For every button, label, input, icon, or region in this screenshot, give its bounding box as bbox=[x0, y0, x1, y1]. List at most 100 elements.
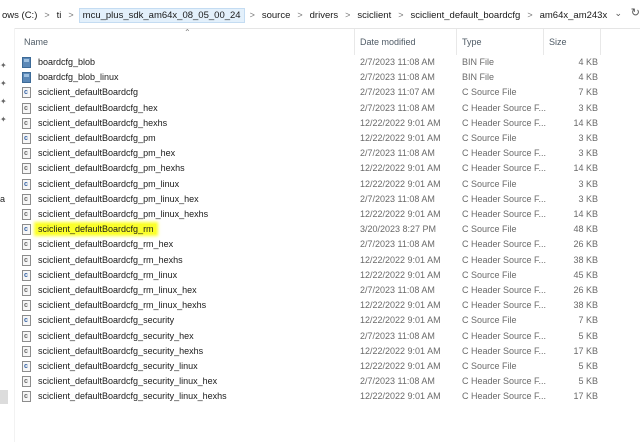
file-row[interactable]: sciclient_defaultBoardcfg_pm_hexhs 12/22/… bbox=[16, 161, 640, 176]
file-row[interactable]: sciclient_defaultBoardcfg_hexhs 12/22/202… bbox=[16, 116, 640, 131]
file-name[interactable]: sciclient_defaultBoardcfg_pm_hexhs bbox=[38, 163, 185, 173]
file-name[interactable]: boardcfg_blob_linux bbox=[38, 72, 119, 82]
breadcrumb-separator[interactable]: > bbox=[39, 10, 54, 20]
c-header-file-icon bbox=[22, 285, 31, 296]
file-date-modified: 2/7/2023 11:08 AM bbox=[360, 102, 435, 113]
refresh-icon[interactable]: ↻ bbox=[631, 6, 640, 19]
navigation-pane[interactable]: ✦ ✦ ✦ ✦ a bbox=[0, 28, 15, 442]
file-name[interactable]: sciclient_defaultBoardcfg_security_linux bbox=[38, 361, 198, 371]
file-name[interactable]: sciclient_defaultBoardcfg_security_linux… bbox=[38, 391, 227, 401]
file-row[interactable]: boardcfg_blob_linux 2/7/2023 11:08 AM BIN … bbox=[16, 70, 640, 85]
file-row[interactable]: sciclient_defaultBoardcfg_rm 3/20/2023 8:… bbox=[16, 222, 640, 237]
file-name[interactable]: sciclient_defaultBoardcfg_rm bbox=[36, 224, 156, 235]
file-size: 45 KB bbox=[573, 269, 598, 280]
file-row[interactable]: sciclient_defaultBoardcfg_security_linux… bbox=[16, 374, 640, 389]
breadcrumb-sciclient[interactable]: sciclient bbox=[355, 10, 393, 21]
file-name[interactable]: sciclient_defaultBoardcfg_hex bbox=[38, 103, 158, 113]
file-row[interactable]: boardcfg_blob 2/7/2023 11:08 AM BIN File 4 … bbox=[16, 55, 640, 70]
pin-icon[interactable]: ✦ bbox=[0, 116, 8, 124]
file-date-modified: 12/22/2022 9:01 AM bbox=[360, 163, 441, 174]
file-name[interactable]: sciclient_defaultBoardcfg bbox=[38, 87, 138, 97]
breadcrumb-separator[interactable]: > bbox=[393, 10, 408, 20]
pane-divider bbox=[14, 28, 15, 442]
pin-icon[interactable]: ✦ bbox=[0, 80, 8, 88]
file-row[interactable]: sciclient_defaultBoardcfg_rm_hexhs 12/22/… bbox=[16, 253, 640, 268]
column-header-size[interactable]: Size bbox=[549, 37, 567, 47]
column-divider[interactable] bbox=[543, 29, 544, 55]
breadcrumb-boardcfg[interactable]: sciclient_default_boardcfg bbox=[408, 10, 522, 21]
breadcrumb-drivers[interactable]: drivers bbox=[308, 10, 341, 21]
breadcrumb-sdk[interactable]: mcu_plus_sdk_am64x_08_05_00_24 bbox=[78, 7, 245, 23]
file-name[interactable]: sciclient_defaultBoardcfg_hexhs bbox=[38, 118, 167, 128]
file-row[interactable]: sciclient_defaultBoardcfg_security_hex 2/… bbox=[16, 329, 640, 344]
file-row[interactable]: sciclient_defaultBoardcfg_hex 2/7/2023 11… bbox=[16, 101, 640, 116]
file-row[interactable]: sciclient_defaultBoardcfg_pm 12/22/2022 9… bbox=[16, 131, 640, 146]
breadcrumb-ti[interactable]: ti bbox=[55, 10, 64, 21]
file-date-modified: 12/22/2022 9:01 AM bbox=[360, 300, 441, 311]
breadcrumb: ows (C:) > ti > mcu_plus_sdk_am64x_08_05… bbox=[0, 7, 609, 23]
file-name[interactable]: sciclient_defaultBoardcfg_rm_linux_hex bbox=[38, 285, 197, 295]
column-divider[interactable] bbox=[456, 29, 457, 55]
file-row[interactable]: sciclient_defaultBoardcfg_pm_linux_hexhs… bbox=[16, 207, 640, 222]
file-type: C Source File bbox=[462, 315, 517, 326]
file-row[interactable]: sciclient_defaultBoardcfg_rm_hex 2/7/2023… bbox=[16, 237, 640, 252]
file-row[interactable]: sciclient_defaultBoardcfg_rm_linux_hexhs… bbox=[16, 298, 640, 313]
file-size: 26 KB bbox=[573, 239, 598, 250]
file-name[interactable]: sciclient_defaultBoardcfg_rm_linux_hexhs bbox=[38, 300, 206, 310]
breadcrumb-drive[interactable]: ows (C:) bbox=[0, 10, 39, 21]
breadcrumb-separator[interactable]: > bbox=[340, 10, 355, 20]
file-type: C Header Source F... bbox=[462, 117, 547, 128]
c-header-file-icon bbox=[22, 163, 31, 175]
file-row[interactable]: sciclient_defaultBoardcfg_pm_linux_hex 2/… bbox=[16, 192, 640, 207]
file-name[interactable]: sciclient_defaultBoardcfg_rm_hexhs bbox=[38, 255, 183, 265]
sort-up-icon: ⌃ bbox=[184, 28, 191, 37]
file-name[interactable]: sciclient_defaultBoardcfg_rm_linux bbox=[38, 270, 177, 280]
file-name[interactable]: sciclient_defaultBoardcfg_rm_hex bbox=[38, 239, 173, 249]
chevron-down-icon[interactable]: ⌄ bbox=[614, 8, 622, 19]
file-name[interactable]: sciclient_defaultBoardcfg_security_linux… bbox=[38, 376, 217, 386]
file-type: BIN File bbox=[462, 57, 495, 67]
file-row[interactable]: sciclient_defaultBoardcfg_security_hexhs… bbox=[16, 344, 640, 359]
column-divider[interactable] bbox=[600, 29, 601, 55]
file-date-modified: 2/7/2023 11:08 AM bbox=[360, 239, 435, 250]
file-name[interactable]: sciclient_defaultBoardcfg_security bbox=[38, 315, 174, 325]
breadcrumb-source[interactable]: source bbox=[260, 10, 293, 21]
file-name[interactable]: boardcfg_blob bbox=[38, 57, 95, 67]
breadcrumb-separator[interactable]: > bbox=[292, 10, 307, 20]
c-header-file-icon bbox=[22, 209, 31, 220]
breadcrumb-separator[interactable]: > bbox=[522, 10, 537, 20]
file-type: C Header Source F... bbox=[462, 163, 547, 174]
file-row[interactable]: sciclient_defaultBoardcfg 2/7/2023 11:07 … bbox=[16, 85, 640, 100]
column-header-date[interactable]: Date modified bbox=[360, 37, 416, 47]
c-source-file-icon bbox=[22, 269, 31, 281]
column-divider[interactable] bbox=[354, 29, 355, 55]
file-row[interactable]: sciclient_defaultBoardcfg_security_linux… bbox=[16, 389, 640, 404]
file-date-modified: 12/22/2022 9:01 AM bbox=[360, 345, 441, 356]
column-header-type[interactable]: Type bbox=[462, 37, 482, 47]
nav-selected-item[interactable] bbox=[0, 390, 8, 404]
file-name[interactable]: sciclient_defaultBoardcfg_pm bbox=[38, 133, 156, 143]
column-header-name[interactable]: Name bbox=[24, 37, 48, 47]
breadcrumb-separator[interactable]: > bbox=[63, 10, 78, 20]
pin-icon[interactable]: ✦ bbox=[0, 98, 8, 106]
c-header-file-icon bbox=[22, 117, 31, 129]
file-date-modified: 12/22/2022 9:01 AM bbox=[360, 117, 441, 128]
breadcrumb-current-folder[interactable]: am64x_am243x bbox=[538, 10, 610, 21]
address-bar[interactable]: ows (C:) > ti > mcu_plus_sdk_am64x_08_05… bbox=[0, 0, 640, 29]
file-row[interactable]: sciclient_defaultBoardcfg_security 12/22/… bbox=[16, 313, 640, 328]
c-header-file-icon bbox=[22, 193, 31, 205]
file-row[interactable]: sciclient_defaultBoardcfg_security_linux… bbox=[16, 359, 640, 374]
file-name[interactable]: sciclient_defaultBoardcfg_security_hex bbox=[38, 331, 194, 341]
file-name[interactable]: sciclient_defaultBoardcfg_pm_hex bbox=[38, 148, 175, 158]
file-row[interactable]: sciclient_defaultBoardcfg_pm_hex 2/7/2023… bbox=[16, 146, 640, 161]
file-name[interactable]: sciclient_defaultBoardcfg_security_hexhs bbox=[38, 346, 203, 356]
file-name[interactable]: sciclient_defaultBoardcfg_pm_linux_hexhs bbox=[38, 209, 208, 219]
file-name[interactable]: sciclient_defaultBoardcfg_pm_linux_hex bbox=[38, 194, 199, 204]
file-row[interactable]: sciclient_defaultBoardcfg_pm_linux 12/22/… bbox=[16, 177, 640, 192]
file-row[interactable]: sciclient_defaultBoardcfg_rm_linux 12/22/… bbox=[16, 268, 640, 283]
breadcrumb-separator[interactable]: > bbox=[245, 10, 260, 20]
nav-item-label[interactable]: a bbox=[0, 194, 5, 204]
pin-icon[interactable]: ✦ bbox=[0, 62, 8, 70]
file-row[interactable]: sciclient_defaultBoardcfg_rm_linux_hex 2/… bbox=[16, 283, 640, 298]
file-name[interactable]: sciclient_defaultBoardcfg_pm_linux bbox=[38, 179, 179, 189]
